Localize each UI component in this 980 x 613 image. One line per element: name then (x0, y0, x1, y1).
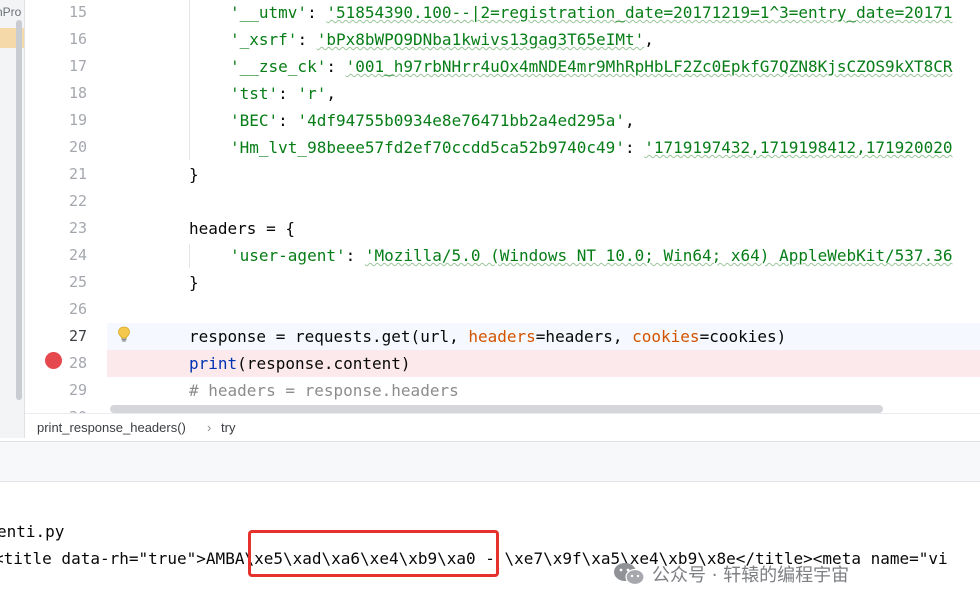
code-token: '51854390.100--|2=registration_date=2017… (326, 3, 953, 22)
line-number[interactable]: 23 (25, 215, 87, 242)
code-text: print(response.content) (189, 350, 411, 377)
watermark-text: 公众号 · 轩辕的编程宇宙 (652, 565, 850, 586)
code-line[interactable]: print(response.content) (107, 350, 980, 377)
code-token: : (326, 57, 346, 76)
code-line[interactable]: '__zse_ck': '001_h97rbNHrr4uOx4mNDE4mr9M… (107, 53, 980, 80)
code-token: '001_h97rbNHrr4uOx4mNDE4mr9MhRpHbLF2Zc0E… (345, 57, 953, 76)
breadcrumb-try[interactable]: try (221, 414, 235, 442)
line-number[interactable]: 21 (25, 161, 87, 188)
wechat-icon (614, 563, 645, 586)
code-token: : (307, 3, 327, 22)
code-line[interactable]: 'tst': 'r', (107, 80, 980, 107)
code-editor[interactable]: '__utmv': '51854390.100--|2=registration… (107, 0, 980, 412)
code-token: 'r' (297, 84, 327, 103)
code-token: headers (468, 327, 536, 346)
code-line[interactable]: '_xsrf': 'bPx8bWPO9DNba1kwivs13gag3T65eI… (107, 26, 980, 53)
code-token: : (345, 246, 365, 265)
code-token: =cookies) (699, 327, 787, 346)
line-number[interactable]: 25 (25, 269, 87, 296)
code-line[interactable] (107, 296, 980, 323)
code-token: '4df94755b0934e8e76471bb2a4ed295a' (297, 111, 625, 130)
line-gutter: 15161718192021222324252627282930 (25, 0, 107, 426)
project-label: nPro (0, 5, 22, 19)
code-text: 'user-agent': 'Mozilla/5.0 (Windows NT 1… (230, 242, 952, 269)
code-token: =headers, (535, 327, 633, 346)
code-token: 'bPx8bWPO9DNba1kwivs13gag3T65eIMt' (316, 30, 645, 49)
code-token: print (189, 354, 238, 373)
code-token: } (189, 273, 199, 292)
line-number[interactable]: 24 (25, 242, 87, 269)
code-token: , (644, 30, 654, 49)
code-line[interactable]: 'user-agent': 'Mozilla/5.0 (Windows NT 1… (107, 242, 980, 269)
code-token: : (624, 138, 645, 157)
breadcrumb-function[interactable]: print_response_headers() (37, 414, 186, 442)
code-text: } (189, 269, 199, 296)
code-token: 'tst' (230, 84, 279, 103)
code-line[interactable]: response = requests.get(url, headers=hea… (107, 323, 980, 350)
project-panel-strip[interactable]: nPro (0, 0, 25, 438)
code-line[interactable]: '__utmv': '51854390.100--|2=registration… (107, 0, 980, 26)
code-text: 'Hm_lvt_98beee57fd2ef70ccdd5ca52b9740c49… (230, 134, 952, 161)
project-scrollbar[interactable] (16, 20, 22, 400)
code-token: '__zse_ck' (230, 57, 327, 76)
line-number[interactable]: 29 (25, 377, 87, 404)
horizontal-scrollbar[interactable] (110, 405, 883, 413)
code-token: '_xsrf' (230, 30, 298, 49)
line-number[interactable]: 26 (25, 296, 87, 323)
code-text: 'tst': 'r', (230, 80, 336, 107)
code-text: 'BEC': '4df94755b0934e8e76471bb2a4ed295a… (230, 107, 635, 134)
code-text: response = requests.get(url, headers=hea… (189, 323, 786, 350)
code-text: } (189, 161, 199, 188)
code-text: headers = { (189, 215, 295, 242)
code-token: 'BEC' (230, 111, 279, 130)
breakpoint-icon[interactable] (45, 352, 62, 369)
code-token: : (278, 84, 298, 103)
code-line[interactable]: 'Hm_lvt_98beee57fd2ef70ccdd5ca52b9740c49… (107, 134, 980, 161)
watermark: 公众号 · 轩辕的编程宇宙 (612, 558, 849, 590)
code-line[interactable]: 'BEC': '4df94755b0934e8e76471bb2a4ed295a… (107, 107, 980, 134)
code-text: '__utmv': '51854390.100--|2=registration… (230, 0, 952, 26)
line-number[interactable]: 18 (25, 80, 87, 107)
code-token: cookies (632, 327, 700, 346)
code-token: : (278, 111, 298, 130)
line-number[interactable]: 19 (25, 107, 87, 134)
breadcrumb-separator: › (207, 420, 212, 435)
code-token: response = requests.get(url, (189, 327, 469, 346)
code-token: , (624, 111, 635, 130)
code-token: '1719197432,1719198412,171920020 (644, 138, 953, 157)
code-token: # headers = response.headers (189, 381, 459, 400)
code-token: headers = { (189, 219, 295, 238)
lightbulb-icon[interactable] (117, 326, 131, 342)
code-line[interactable]: headers = { (107, 215, 980, 242)
code-token: 'user-agent' (230, 246, 346, 265)
code-text: '_xsrf': 'bPx8bWPO9DNba1kwivs13gag3T65eI… (230, 26, 654, 53)
line-number[interactable]: 22 (25, 188, 87, 215)
code-line[interactable] (107, 188, 980, 215)
code-token: 'Hm_lvt_98beee57fd2ef70ccdd5ca52b9740c49… (230, 138, 625, 157)
tool-window-header (0, 441, 980, 482)
line-number[interactable]: 16 (25, 26, 87, 53)
code-line[interactable]: } (107, 161, 980, 188)
code-token: , (326, 84, 336, 103)
code-token: } (189, 165, 199, 184)
console-output-prefix: <title data-rh="true">AMBA (0, 549, 245, 568)
code-line[interactable]: } (107, 269, 980, 296)
code-line[interactable]: # headers = response.headers (107, 377, 980, 404)
line-number[interactable]: 17 (25, 53, 87, 80)
line-number[interactable]: 27 (25, 323, 87, 350)
code-token: (response.content) (237, 354, 411, 373)
breadcrumb: print_response_headers() › try (25, 413, 980, 442)
code-token: '__utmv' (230, 3, 308, 22)
code-text: '__zse_ck': '001_h97rbNHrr4uOx4mNDE4mr9M… (230, 53, 952, 80)
line-number[interactable]: 15 (25, 0, 87, 26)
code-text: # headers = response.headers (189, 377, 459, 404)
line-number[interactable]: 20 (25, 134, 87, 161)
highlight-box (248, 530, 499, 577)
code-token: : (297, 30, 317, 49)
code-token: 'Mozilla/5.0 (Windows NT 10.0; Win64; x6… (364, 246, 953, 265)
console-line-script: enti.py (0, 522, 65, 541)
